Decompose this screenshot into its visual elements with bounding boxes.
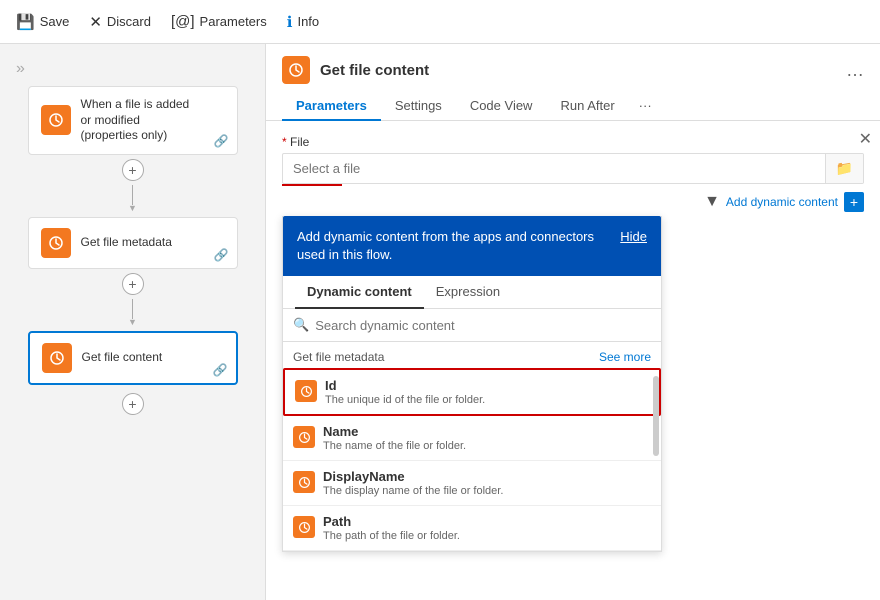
- add-dynamic-button[interactable]: +: [844, 192, 864, 212]
- connector-2: [132, 299, 133, 319]
- dropdown-chevron[interactable]: ▼: [704, 193, 720, 211]
- close-icon[interactable]: ✕: [859, 129, 872, 149]
- flow-node-content[interactable]: Get file content 🔗: [28, 331, 238, 385]
- dynamic-item-id-desc: The unique id of the file or folder.: [325, 394, 649, 406]
- panel-controls: ✕: [859, 129, 872, 149]
- save-label: Save: [40, 14, 70, 29]
- metadata-icon: [41, 228, 71, 258]
- dynamic-item-displayname-label: DisplayName: [323, 469, 651, 484]
- expand-arrow[interactable]: »: [16, 60, 25, 78]
- add-between-2[interactable]: +: [122, 273, 144, 295]
- dynamic-item-id-icon: [295, 380, 317, 402]
- dynamic-item-path-label: Path: [323, 514, 651, 529]
- dynamic-section-label: Get file metadata: [293, 350, 384, 364]
- required-star: *: [282, 135, 290, 149]
- content-label: Get file content: [82, 350, 163, 366]
- panel-expand-icon[interactable]: …: [846, 60, 864, 81]
- right-panel: Get file content … Parameters Settings C…: [265, 44, 880, 600]
- dynamic-item-id[interactable]: Id The unique id of the file or folder.: [283, 368, 661, 416]
- panel-header: Get file content …: [266, 44, 880, 84]
- main-layout: » When a file is addedor modified(proper…: [0, 44, 880, 600]
- panel-title: Get file content: [320, 62, 429, 79]
- flow-canvas: » When a file is addedor modified(proper…: [0, 44, 265, 600]
- metadata-link-icon: 🔗: [214, 248, 229, 262]
- dynamic-item-name-icon: [293, 426, 315, 448]
- dynamic-item-path-icon: [293, 516, 315, 538]
- folder-icon[interactable]: 📁: [825, 154, 863, 183]
- dynamic-tab-content[interactable]: Dynamic content: [295, 276, 424, 309]
- tab-more[interactable]: ···: [629, 92, 662, 120]
- trigger-icon: [41, 105, 71, 135]
- dynamic-item-displayname-content: DisplayName The display name of the file…: [323, 469, 651, 497]
- parameters-label: Parameters: [200, 14, 267, 29]
- metadata-label: Get file metadata: [81, 235, 172, 251]
- dynamic-item-path[interactable]: Path The path of the file or folder.: [283, 506, 661, 551]
- connector-1: [132, 185, 133, 205]
- content-link-icon: 🔗: [213, 363, 228, 377]
- add-dynamic-row: ▼ Add dynamic content +: [282, 192, 864, 212]
- panel-header-icon: [282, 56, 310, 84]
- dynamic-item-id-name: Id: [325, 378, 649, 393]
- dynamic-item-name-label: Name: [323, 424, 651, 439]
- save-button[interactable]: 💾 Save: [16, 13, 69, 31]
- dynamic-section-header: Get file metadata See more: [283, 342, 661, 368]
- dynamic-item-path-content: Path The path of the file or folder.: [323, 514, 651, 542]
- dynamic-banner-text: Add dynamic content from the apps and co…: [297, 228, 608, 264]
- panel-body: * File 📁 ▼ Add dynamic content + ✕: [266, 121, 880, 600]
- add-after-content[interactable]: +: [122, 393, 144, 415]
- dynamic-content-panel: Add dynamic content from the apps and co…: [282, 216, 662, 552]
- search-icon: 🔍: [293, 317, 309, 333]
- save-icon: 💾: [16, 13, 35, 31]
- tab-settings[interactable]: Settings: [381, 92, 456, 121]
- trigger-label: When a file is addedor modified(properti…: [81, 97, 190, 144]
- parameters-button[interactable]: [@] Parameters: [171, 13, 267, 30]
- flow-node-trigger[interactable]: When a file is addedor modified(properti…: [28, 86, 238, 155]
- info-button[interactable]: ℹ Info: [287, 13, 319, 31]
- dynamic-item-displayname-desc: The display name of the file or folder.: [323, 485, 651, 497]
- scroll-thumb: [653, 376, 659, 456]
- tab-parameters[interactable]: Parameters: [282, 92, 381, 121]
- info-icon: ℹ: [287, 13, 293, 31]
- see-more-link[interactable]: See more: [599, 350, 651, 364]
- parameters-icon: [@]: [171, 13, 195, 30]
- dynamic-tab-expression[interactable]: Expression: [424, 276, 512, 309]
- content-icon: [42, 343, 72, 373]
- dynamic-banner: Add dynamic content from the apps and co…: [283, 216, 661, 276]
- add-dynamic-link[interactable]: Add dynamic content: [726, 195, 838, 209]
- dynamic-item-path-desc: The path of the file or folder.: [323, 530, 651, 542]
- flow-node-metadata[interactable]: Get file metadata 🔗: [28, 217, 238, 269]
- info-label: Info: [297, 14, 319, 29]
- dynamic-item-displayname[interactable]: DisplayName The display name of the file…: [283, 461, 661, 506]
- dynamic-item-id-content: Id The unique id of the file or folder.: [325, 378, 649, 406]
- discard-button[interactable]: ✕ Discard: [89, 13, 151, 31]
- dynamic-item-name-desc: The name of the file or folder.: [323, 440, 651, 452]
- panel-tabs: Parameters Settings Code View Run After …: [266, 84, 880, 121]
- tab-codeview[interactable]: Code View: [456, 92, 547, 121]
- toolbar: 💾 Save ✕ Discard [@] Parameters ℹ Info: [0, 0, 880, 44]
- tab-runafter[interactable]: Run After: [546, 92, 628, 121]
- add-between-1[interactable]: +: [122, 159, 144, 181]
- dynamic-tabs: Dynamic content Expression: [283, 276, 661, 309]
- dynamic-item-name-content: Name The name of the file or folder.: [323, 424, 651, 452]
- discard-label: Discard: [107, 14, 151, 29]
- file-input-underline: [282, 184, 342, 186]
- trigger-link-icon: 🔗: [214, 134, 229, 148]
- file-input-row: 📁: [282, 153, 864, 184]
- discard-icon: ✕: [89, 13, 102, 31]
- dynamic-search-row: 🔍: [283, 309, 661, 342]
- file-field-label: * File: [282, 135, 864, 149]
- dynamic-item-name[interactable]: Name The name of the file or folder.: [283, 416, 661, 461]
- dynamic-list: Id The unique id of the file or folder. …: [283, 368, 661, 551]
- dynamic-item-displayname-icon: [293, 471, 315, 493]
- dynamic-search-input[interactable]: [315, 318, 651, 333]
- dynamic-banner-hide[interactable]: Hide: [620, 228, 647, 246]
- file-input[interactable]: [283, 155, 825, 182]
